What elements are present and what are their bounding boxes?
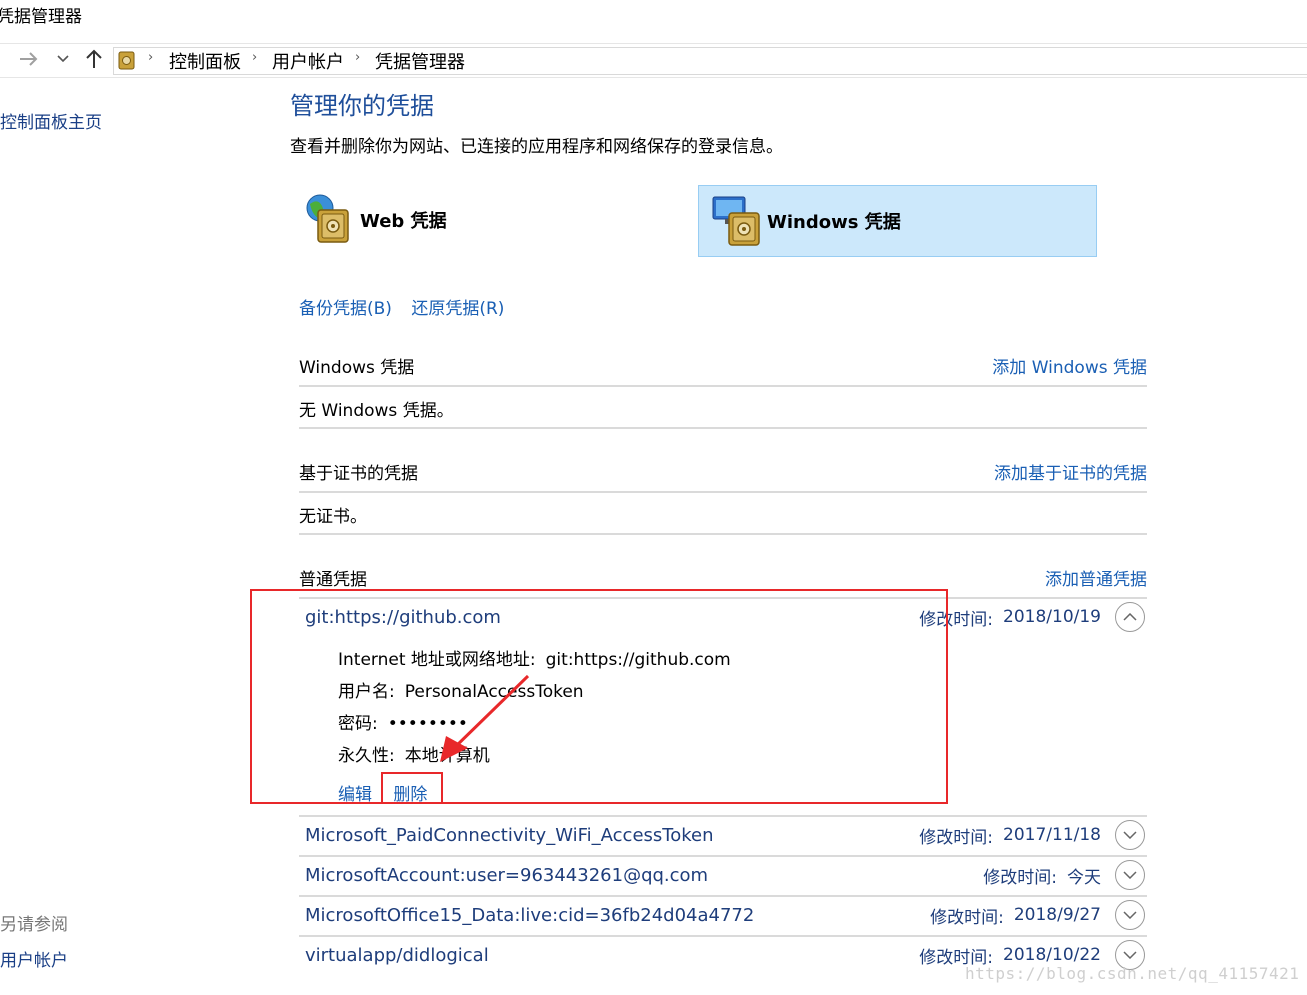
divider xyxy=(299,385,1147,387)
breadcrumb-separator-icon: › xyxy=(355,50,361,65)
page-title: 管理你的凭据 xyxy=(290,92,434,120)
breadcrumb-separator-icon: › xyxy=(148,50,154,65)
breadcrumb-user-accounts[interactable]: 用户帐户 xyxy=(272,48,344,74)
window-title: 凭据管理器 xyxy=(0,7,82,27)
credential-manager-icon xyxy=(118,50,136,70)
annotation-arrow-icon xyxy=(440,674,530,762)
divider xyxy=(299,533,1147,535)
modified-label: 修改时间: xyxy=(930,907,1004,928)
sidebar-user-accounts-link[interactable]: 用户帐户 xyxy=(0,946,68,971)
page-description: 查看并删除你为网站、已连接的应用程序和网络保存的登录信息。 xyxy=(290,137,783,157)
modified-date: 2018/10/22 xyxy=(1003,945,1101,965)
sidebar-control-panel-home-link[interactable]: 控制面板主页 xyxy=(0,108,102,133)
certificate-credentials-section-title: 基于证书的凭据 xyxy=(299,464,418,484)
credential-name: virtualapp/didlogical xyxy=(305,944,489,966)
generic-credentials-section-title: 普通凭据 xyxy=(299,570,367,590)
windows-credentials-empty-text: 无 Windows 凭据。 xyxy=(299,401,454,421)
expand-chevron-down-icon[interactable] xyxy=(1115,820,1145,850)
windows-credentials-section-header: Windows 凭据 添加 Windows 凭据 xyxy=(299,353,1147,378)
credential-name: MicrosoftAccount:user=963443261@qq.com xyxy=(305,864,709,886)
modified-date: 2018/10/19 xyxy=(1003,607,1101,627)
expand-chevron-down-icon[interactable] xyxy=(1115,900,1145,930)
forward-arrow-icon[interactable] xyxy=(16,46,42,72)
up-arrow-icon[interactable] xyxy=(81,46,107,72)
credential-item[interactable]: MicrosoftOffice15_Data:live:cid=36fb24d0… xyxy=(299,896,1147,934)
certificate-credentials-empty-text: 无证书。 xyxy=(299,507,367,527)
add-generic-credential-link[interactable]: 添加普通凭据 xyxy=(1045,565,1147,590)
modified-date: 2017/11/18 xyxy=(1003,825,1101,845)
add-windows-credential-link[interactable]: 添加 Windows 凭据 xyxy=(992,353,1147,378)
expand-chevron-down-icon[interactable] xyxy=(1115,860,1145,890)
breadcrumb-credential-manager[interactable]: 凭据管理器 xyxy=(375,48,465,74)
restore-credentials-link[interactable]: 还原凭据(R) xyxy=(411,299,504,319)
watermark-text: https://blog.csdn.net/qq_41157421 xyxy=(965,964,1300,983)
modified-date: 2018/9/27 xyxy=(1013,905,1101,925)
add-certificate-credential-link[interactable]: 添加基于证书的凭据 xyxy=(994,459,1147,484)
certificate-credentials-section-header: 基于证书的凭据 添加基于证书的凭据 xyxy=(299,459,1147,484)
sidebar-see-also-label: 另请参阅 xyxy=(0,915,68,935)
web-credentials-globe-vault-icon xyxy=(300,190,356,250)
credential-name: Microsoft_PaidConnectivity_WiFi_AccessTo… xyxy=(305,824,714,846)
windows-credentials-label: Windows 凭据 xyxy=(767,212,901,233)
modified-label: 修改时间: xyxy=(983,867,1057,888)
recent-locations-chevron-down-icon[interactable] xyxy=(50,46,76,72)
credential-item[interactable]: MicrosoftAccount:user=963443261@qq.com 修… xyxy=(299,856,1147,894)
breadcrumb-separator-icon: › xyxy=(252,50,258,65)
backup-credentials-link[interactable]: 备份凭据(B) xyxy=(299,299,392,319)
windows-credentials-tab[interactable]: Windows 凭据 xyxy=(698,185,1097,257)
windows-credentials-section-title: Windows 凭据 xyxy=(299,358,415,378)
divider xyxy=(299,491,1147,493)
modified-label: 修改时间: xyxy=(919,827,994,848)
breadcrumb-control-panel[interactable]: 控制面板 xyxy=(169,48,241,74)
modified-date: 今天 xyxy=(1067,867,1101,888)
backup-restore-links: 备份凭据(B) 还原凭据(R) xyxy=(299,294,518,319)
highlight-box xyxy=(250,589,948,804)
windows-credentials-monitor-vault-icon xyxy=(711,191,763,251)
generic-credentials-section-header: 普通凭据 添加普通凭据 xyxy=(299,565,1147,590)
credential-item[interactable]: Microsoft_PaidConnectivity_WiFi_AccessTo… xyxy=(299,816,1147,854)
web-credentials-tab[interactable]: Web 凭据 xyxy=(300,185,690,255)
highlight-box-delete xyxy=(381,772,443,804)
credential-name: MicrosoftOffice15_Data:live:cid=36fb24d0… xyxy=(305,904,755,926)
web-credentials-label: Web 凭据 xyxy=(360,211,447,232)
divider xyxy=(299,427,1147,429)
collapse-chevron-up-icon[interactable] xyxy=(1115,602,1145,632)
